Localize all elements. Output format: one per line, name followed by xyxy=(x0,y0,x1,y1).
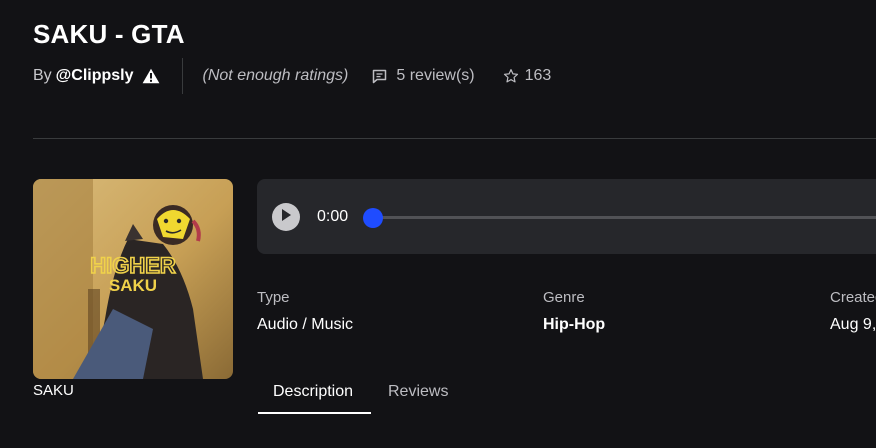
genre-link[interactable]: Hip-Hop xyxy=(543,316,605,334)
favorite-count: 163 xyxy=(524,67,552,84)
meta-divider xyxy=(181,58,183,94)
warning-icon[interactable] xyxy=(142,68,160,84)
asset-thumbnail: HIGHER SAKU xyxy=(33,179,233,379)
asset-title: SAKU - GTA xyxy=(33,19,185,49)
type-value: Audio / Music xyxy=(257,316,354,333)
created-value: Aug 9, xyxy=(830,316,876,333)
section-divider xyxy=(33,138,876,139)
thumbnail-art-text-top: HIGHER xyxy=(90,253,176,278)
creator-link[interactable]: @Clippsly xyxy=(56,67,134,85)
progress-track[interactable] xyxy=(373,216,876,219)
playback-time: 0:00 xyxy=(317,208,349,225)
asset-meta: By @Clippsly (Not enough ratings) 5 revi… xyxy=(33,58,551,94)
thumbnail-art-text-bottom: SAKU xyxy=(109,276,157,295)
audio-player: 0:00 xyxy=(257,179,876,254)
play-button[interactable] xyxy=(272,203,300,231)
rating-text: (Not enough ratings) xyxy=(202,67,349,84)
by-label: By xyxy=(33,67,52,84)
genre-label: Genre xyxy=(543,289,585,306)
progress-handle[interactable] xyxy=(363,208,383,228)
tab-description[interactable]: Description xyxy=(273,383,353,401)
type-label: Type xyxy=(257,289,290,306)
tab-reviews[interactable]: Reviews xyxy=(388,383,448,401)
comment-icon xyxy=(372,69,387,84)
thumbnail-caption: SAKU xyxy=(33,382,74,399)
asset-page: SAKU - GTA By @Clippsly (Not enough rati… xyxy=(0,0,876,448)
created-label: Created xyxy=(830,289,876,306)
active-tab-indicator xyxy=(258,412,371,414)
star-icon[interactable] xyxy=(503,68,519,84)
review-count[interactable]: 5 review(s) xyxy=(396,67,474,85)
play-icon xyxy=(280,208,292,227)
